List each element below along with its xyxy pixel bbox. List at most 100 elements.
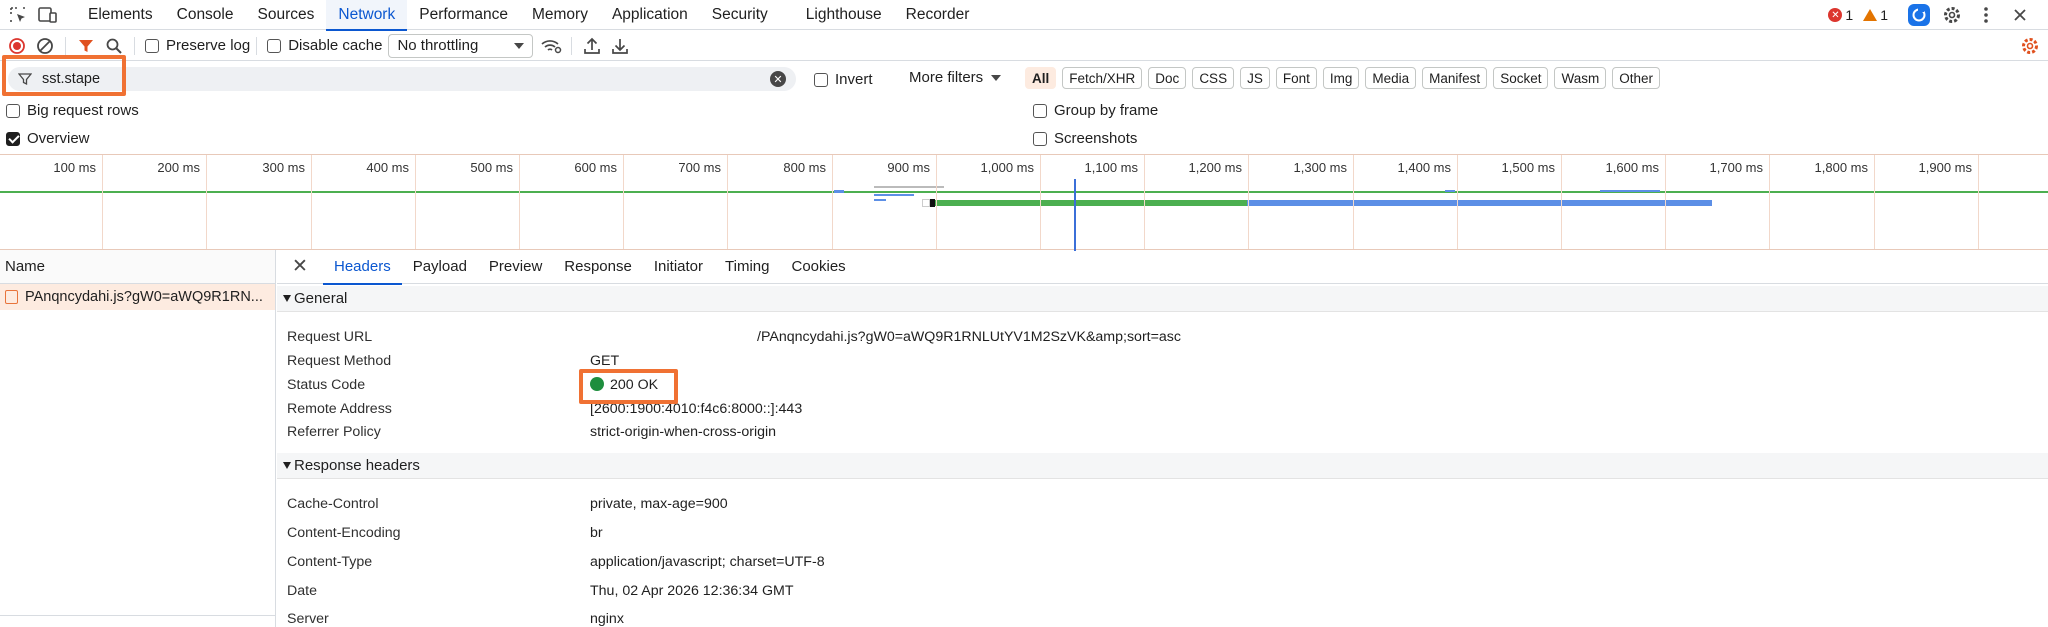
request-row[interactable]: PAnqncydahi.js?gW0=aWQ9R1RN... [0, 284, 275, 310]
big-request-rows-checkbox[interactable]: Big request rows [6, 102, 139, 119]
close-details-icon[interactable]: ✕ [277, 255, 323, 278]
more-filters-dropdown[interactable]: More filters [909, 69, 1002, 86]
header-value: br [590, 525, 603, 541]
header-value: application/javascript; charset=UTF-8 [590, 554, 825, 570]
header-key: Remote Address [287, 401, 392, 417]
throttling-select[interactable]: No throttling [388, 33, 534, 58]
separator [571, 36, 573, 55]
filter-input[interactable]: sst.stape ✕ [8, 67, 796, 91]
expand-triangle-icon [283, 462, 291, 469]
tab-sources[interactable]: Sources [246, 0, 327, 30]
filter-chip-manifest[interactable]: Manifest [1422, 67, 1488, 89]
device-toolbar-icon[interactable] [36, 4, 60, 26]
overview-bar [1600, 190, 1660, 192]
header-value: private, max-age=900 [590, 496, 728, 512]
checkbox-box[interactable] [1033, 131, 1047, 146]
warning-count[interactable]: 1 [1863, 7, 1888, 23]
request-method-value: GET [590, 353, 620, 369]
header-key: Date [287, 583, 317, 599]
filter-chip-other[interactable]: Other [1612, 67, 1660, 89]
filter-bar: sst.stape ✕ Invert More filters All Fetc… [0, 62, 2048, 96]
checkbox-box[interactable] [814, 72, 828, 87]
clear-filter-icon[interactable]: ✕ [770, 71, 786, 87]
overview-bar [874, 199, 886, 201]
invert-label: Invert [835, 71, 873, 88]
top-right-controls: ✕ 1 1 [1828, 0, 2048, 30]
group-by-frame-checkbox[interactable]: Group by frame [1033, 102, 1158, 119]
response-headers-title: Response headers [294, 457, 420, 474]
filter-chip-wasm[interactable]: Wasm [1554, 67, 1607, 89]
timeline-tick-label: 1,400 ms [1397, 160, 1451, 175]
screenshots-checkbox[interactable]: Screenshots [1033, 130, 1137, 147]
preserve-log-label: Preserve log [166, 37, 251, 54]
checkbox-box[interactable] [267, 38, 282, 53]
timeline-tick-label: 1,300 ms [1293, 160, 1347, 175]
invert-checkbox[interactable]: Invert [814, 71, 873, 88]
filter-chip-css[interactable]: CSS [1192, 67, 1235, 89]
tab-memory[interactable]: Memory [520, 0, 600, 30]
disable-cache-checkbox[interactable]: Disable cache [267, 37, 382, 54]
filter-chip-socket[interactable]: Socket [1493, 67, 1549, 89]
filter-chip-all[interactable]: All [1025, 67, 1057, 89]
tab-timing[interactable]: Timing [714, 250, 780, 284]
import-har-icon[interactable] [578, 33, 606, 59]
overview-checkbox[interactable]: Overview [6, 130, 90, 147]
checkbox-box[interactable] [6, 131, 20, 146]
export-har-icon[interactable] [606, 33, 634, 59]
filter-chip-js[interactable]: JS [1240, 67, 1270, 89]
script-file-icon [5, 290, 18, 304]
error-count[interactable]: ✕ 1 [1828, 7, 1853, 23]
name-column-header[interactable]: Name [0, 250, 275, 284]
tab-lighthouse[interactable]: Lighthouse [794, 0, 894, 30]
overview-bar [834, 190, 844, 193]
close-devtools-icon[interactable] [2008, 4, 2032, 26]
overview-label: Overview [27, 130, 90, 147]
filter-chip-doc[interactable]: Doc [1148, 67, 1187, 89]
filter-chip-font[interactable]: Font [1275, 67, 1317, 89]
network-overview-timeline[interactable]: 100 ms 200 ms 300 ms 400 ms 500 ms 600 ms 700 … [0, 154, 2048, 251]
network-conditions-icon[interactable] [537, 33, 565, 59]
header-value: Thu, 02 Apr 2026 12:36:34 GMT [590, 583, 794, 599]
tab-initiator[interactable]: Initiator [643, 250, 714, 284]
general-section-title: General [294, 290, 348, 307]
tab-response[interactable]: Response [553, 250, 643, 284]
tab-application[interactable]: Application [600, 0, 700, 30]
tab-cookies[interactable]: Cookies [780, 250, 856, 284]
general-section-header[interactable]: General [277, 286, 2048, 312]
filter-chip-fetch-xhr[interactable]: Fetch/XHR [1062, 67, 1143, 89]
request-url-value: /PAnqncydahi.js?gW0=aWQ9R1RNLUtYV1M2SzVK… [757, 329, 1181, 345]
preserve-log-checkbox[interactable]: Preserve log [145, 37, 250, 54]
tab-headers[interactable]: Headers [323, 250, 402, 285]
request-download-bar [1247, 200, 1712, 206]
timeline-tick-label: 1,500 ms [1501, 160, 1555, 175]
header-key: Content-Type [287, 554, 373, 570]
inspect-element-icon[interactable] [6, 4, 30, 26]
tab-payload[interactable]: Payload [402, 250, 478, 284]
more-options-icon[interactable] [1974, 4, 1998, 26]
network-settings-gear-icon[interactable] [2016, 33, 2044, 59]
checkbox-box[interactable] [1033, 103, 1047, 118]
tab-network[interactable]: Network [326, 0, 408, 31]
filter-chip-media[interactable]: Media [1365, 67, 1417, 89]
tab-preview[interactable]: Preview [478, 250, 553, 284]
tab-recorder[interactable]: Recorder [894, 0, 982, 30]
extension-icon[interactable] [1908, 4, 1930, 26]
chevron-down-icon [514, 42, 525, 49]
warning-count-label: 1 [1880, 7, 1888, 23]
checkbox-box[interactable] [145, 38, 159, 53]
separator [65, 36, 66, 55]
header-key: Content-Encoding [287, 525, 401, 541]
panel-tabs: Elements Console Sources Network Perform… [76, 0, 982, 31]
tab-elements[interactable]: Elements [76, 0, 165, 30]
chevron-down-icon [991, 74, 1002, 81]
checkbox-box[interactable] [6, 103, 20, 118]
filter-chip-img[interactable]: Img [1322, 67, 1360, 89]
response-headers-section-header[interactable]: Response headers [277, 453, 2048, 479]
settings-gear-icon[interactable] [1940, 4, 1964, 26]
tab-console[interactable]: Console [165, 0, 246, 30]
tab-security[interactable]: Security [700, 0, 780, 30]
timeline-tick-label: 900 ms [887, 160, 930, 175]
network-toolbar: Preserve log Disable cache No throttling [0, 31, 2048, 61]
tab-performance[interactable]: Performance [407, 0, 520, 30]
group-by-frame-label: Group by frame [1054, 102, 1159, 119]
